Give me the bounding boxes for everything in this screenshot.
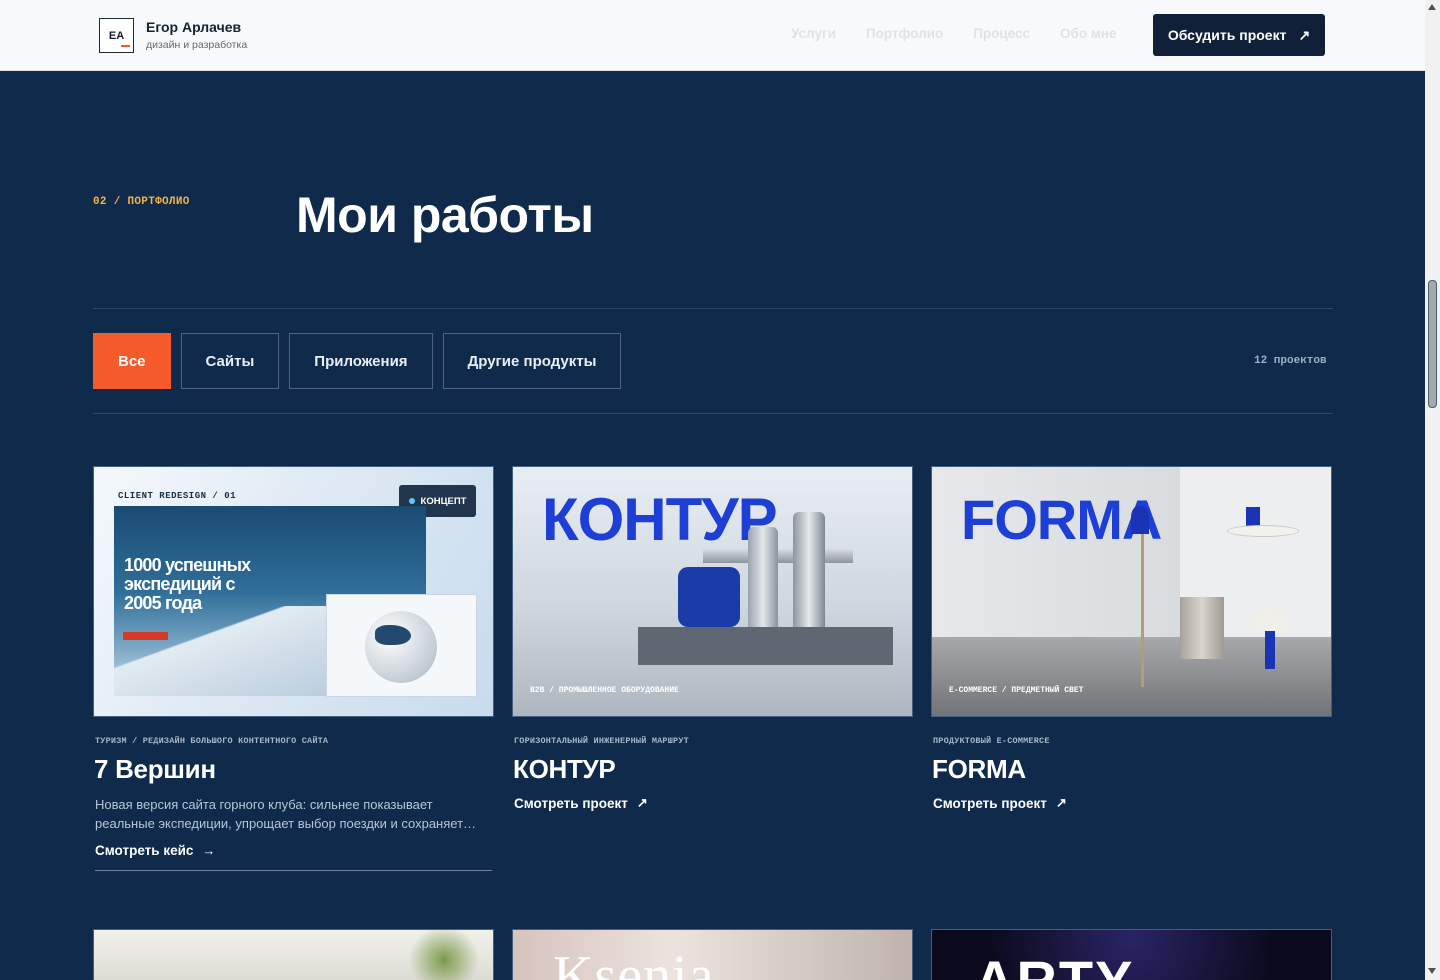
main-nav: Услуги Портфолио Процесс Обо мне	[791, 26, 1117, 41]
lamp-base	[1265, 631, 1275, 669]
thumb-caption: E-COMMERCE / ПРЕДМЕТНЫЙ СВЕТ	[949, 686, 1084, 695]
projects-count: 12 проектов	[1254, 355, 1327, 367]
view-case-link[interactable]: Смотреть кейс →	[95, 843, 492, 871]
divider	[93, 413, 1333, 414]
brand-subtitle: дизайн и разработка	[146, 39, 248, 51]
thumb-wordmark: КОНТУР	[542, 486, 778, 553]
lamp-shade	[1227, 525, 1299, 537]
brand-name[interactable]: Егор Арлачев	[146, 19, 241, 35]
card-description: Новая версия сайта горного клуба: сильне…	[95, 797, 477, 831]
section-eyebrow: 02 / ПОРТФОЛИО	[93, 196, 190, 208]
scroll-up-icon[interactable]	[1428, 4, 1436, 10]
project-thumbnail[interactable]: КОНТУР B2B / ПРОМЫШЛЕННОЕ ОБОРУДОВАНИЕ	[512, 466, 913, 717]
dot-icon	[408, 498, 415, 504]
filter-all[interactable]: Все	[93, 333, 171, 389]
machine-base	[638, 627, 893, 665]
card-title[interactable]: КОНТУР	[513, 754, 913, 785]
filter-other[interactable]: Другие продукты	[442, 333, 622, 389]
card-title[interactable]: 7 Вершин	[94, 754, 494, 785]
view-project-link[interactable]: Смотреть проект ↗	[933, 795, 1332, 811]
link-label: Смотреть кейс	[95, 843, 194, 858]
logo-initials: EA	[108, 29, 125, 42]
scrollbar-thumb[interactable]	[1428, 280, 1437, 408]
site-header: EA Егор Арлачев дизайн и разработка Услу…	[0, 0, 1425, 71]
page-title: Мои работы	[296, 187, 594, 243]
view-project-link[interactable]: Смотреть проект ↗	[514, 795, 913, 811]
arrow-up-right-icon: ↗	[636, 795, 648, 810]
nav-item-portfolio[interactable]: Портфолио	[866, 26, 943, 41]
project-card-kontur: КОНТУР B2B / ПРОМЫШЛЕННОЕ ОБОРУДОВАНИЕ Г…	[512, 466, 913, 811]
link-label: Смотреть проект	[933, 795, 1047, 811]
project-card-7-vershin: CLIENT REDESIGN / 01 КОНЦЕПТ 1000 успешн…	[93, 466, 494, 871]
logo[interactable]: EA	[99, 18, 134, 53]
arrow-right-icon: →	[202, 843, 216, 858]
project-thumbnail[interactable]: CLIENT REDESIGN / 01 КОНЦЕПТ 1000 успешн…	[93, 466, 494, 717]
project-thumbnail[interactable]: Ksenia	[512, 929, 913, 980]
nav-item-about[interactable]: Обо мне	[1060, 26, 1117, 41]
card-title[interactable]: FORMA	[932, 754, 1332, 785]
filter-apps[interactable]: Приложения	[289, 333, 433, 389]
globe-icon	[365, 611, 437, 683]
project-thumbnail[interactable]: ARTY	[931, 929, 1332, 980]
thumb-wordmark: Ksenia	[553, 945, 715, 980]
cta-label: Обсудить проект	[1167, 27, 1287, 43]
pendant-lamp	[1246, 507, 1260, 527]
badge-label: КОНЦЕПТ	[420, 495, 467, 507]
machine-pump	[678, 567, 740, 627]
mock-hero-text: 1000 успешных экспедиций с 2005 года	[124, 555, 251, 613]
arrow-up-right-icon: ↗	[1055, 795, 1067, 810]
machine-tank	[793, 512, 825, 632]
scroll-down-icon[interactable]	[1428, 968, 1436, 974]
divider	[93, 308, 1333, 309]
link-label: Смотреть проект	[514, 795, 628, 811]
nav-item-process[interactable]: Процесс	[973, 26, 1030, 41]
thumb-wordmark: ARTY	[974, 948, 1134, 980]
card-meta: ПРОДУКТОВЫЙ E-COMMERCE	[933, 736, 1050, 746]
discuss-project-button[interactable]: Обсудить проект ↗	[1153, 14, 1325, 56]
arrow-up-right-icon: ↗	[1298, 26, 1311, 43]
filter-sites[interactable]: Сайты	[180, 333, 280, 389]
mock-globe-screen	[326, 594, 477, 697]
filter-bar: Все Сайты Приложения Другие продукты	[93, 333, 622, 389]
card-meta: ГОРИЗОНТАЛЬНЫЙ ИНЖЕНЕРНЫЙ МАРШРУТ	[514, 736, 689, 746]
floor-lamp	[1131, 506, 1149, 687]
card-meta: ТУРИЗМ / РЕДИЗАЙН БОЛЬШОГО КОНТЕНТНОГО С…	[95, 736, 329, 746]
thumb-caption: B2B / ПРОМЫШЛЕННОЕ ОБОРУДОВАНИЕ	[530, 686, 679, 695]
nav-item-services[interactable]: Услуги	[791, 26, 836, 41]
stone-block	[1180, 597, 1224, 659]
project-thumbnail[interactable]: FORMA E-COMMERCE / ПРЕДМЕТНЫЙ СВЕТ	[931, 466, 1332, 717]
table-lamp	[1252, 609, 1288, 631]
scrollbar[interactable]	[1425, 0, 1440, 980]
project-card-forma: FORMA E-COMMERCE / ПРЕДМЕТНЫЙ СВЕТ ПРОДУ…	[931, 466, 1332, 811]
machine-pipe	[703, 549, 853, 563]
project-thumbnail[interactable]	[93, 929, 494, 980]
machine-tank	[748, 527, 778, 632]
thumb-label: CLIENT REDESIGN / 01	[118, 491, 237, 501]
mock-button	[123, 632, 168, 640]
